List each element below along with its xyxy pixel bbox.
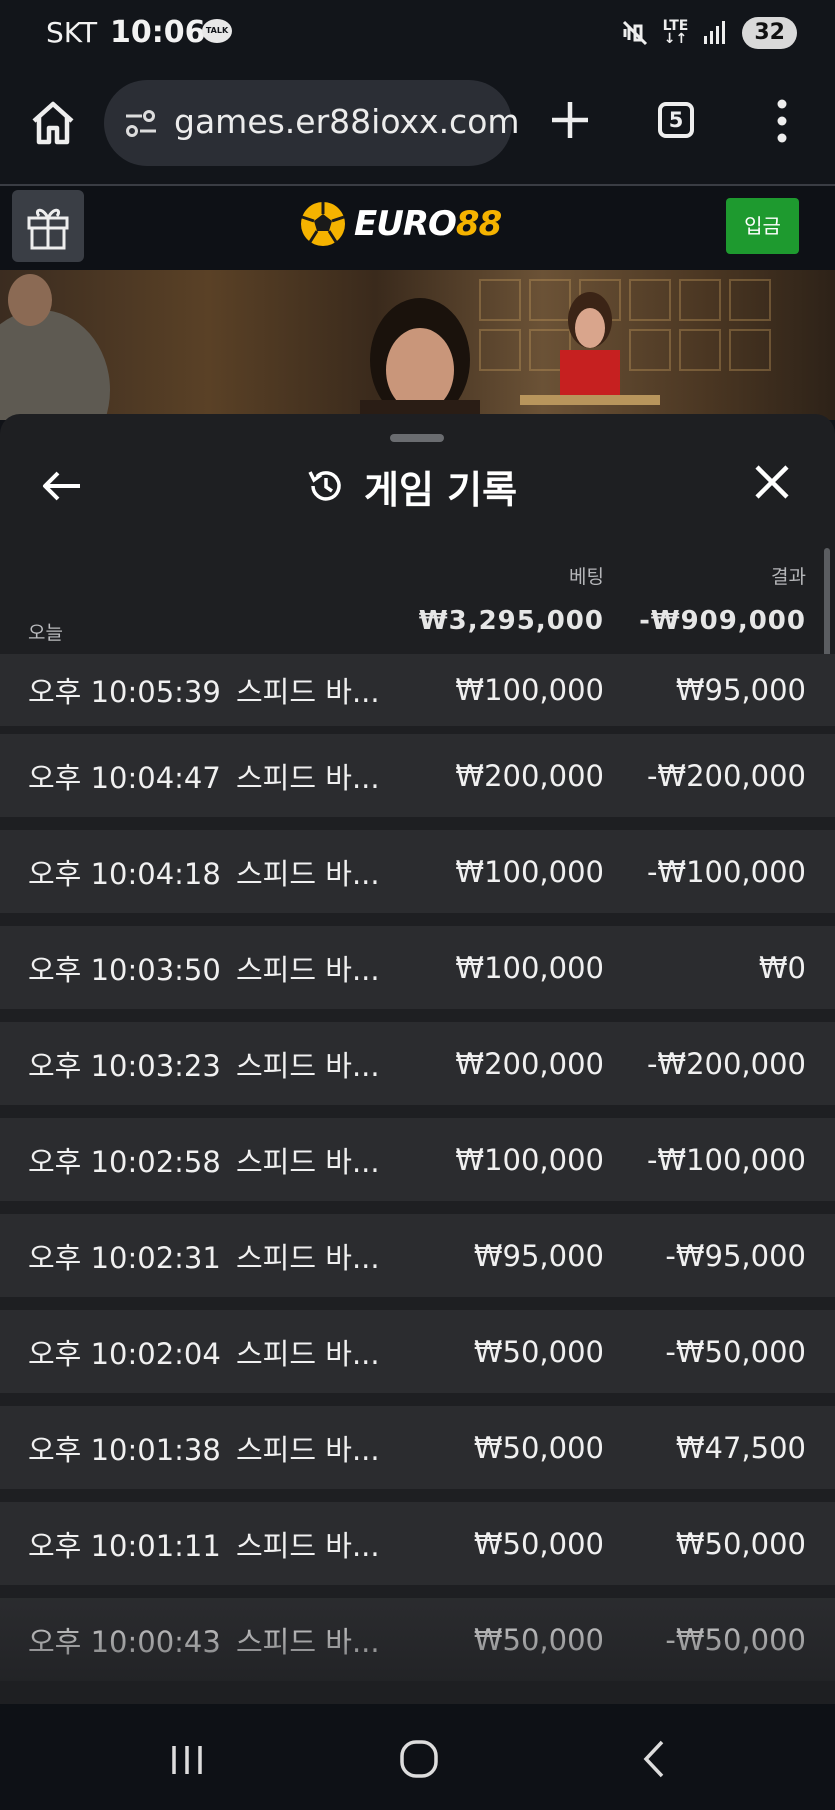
network-type: LTE ↓↑ [662, 18, 689, 47]
row-time: 오후 10:05:39 [28, 675, 221, 709]
row-time: 오후 10:03:23 [28, 1048, 221, 1083]
row-result: -₩50,000 [665, 1334, 806, 1369]
site-settings-icon[interactable] [122, 104, 160, 142]
row-game: 스피드 바... [236, 1336, 380, 1371]
tab-count-button[interactable]: 5 [658, 102, 694, 138]
gift-icon [27, 208, 69, 250]
history-row[interactable]: 오후 10:03:23 스피드 바... ₩200,000 -₩200,000 [0, 1022, 835, 1105]
row-result: ₩95,000 [675, 673, 806, 707]
plus-icon[interactable] [548, 98, 592, 142]
history-row[interactable]: 오후 10:04:47 스피드 바... ₩200,000 -₩200,000 [0, 734, 835, 817]
soccer-ball-icon [301, 202, 345, 246]
battery-indicator: 32 [742, 17, 797, 49]
panel-title: 게임 기록 [306, 458, 517, 514]
row-game: 스피드 바... [236, 675, 380, 709]
history-row[interactable]: 오후 10:00:43 스피드 바... ₩50,000 -₩50,000 [0, 1598, 835, 1681]
history-row[interactable]: 오후 10:04:18 스피드 바... ₩100,000 -₩100,000 [0, 830, 835, 913]
row-result: -₩50,000 [665, 1622, 806, 1657]
home-icon[interactable] [26, 96, 80, 150]
row-time: 오후 10:00:43 [28, 1624, 221, 1659]
row-result: ₩50,000 [675, 1526, 806, 1561]
scrollbar[interactable] [824, 548, 830, 658]
row-result: ₩47,500 [675, 1430, 806, 1465]
browser-toolbar: games.er88ioxx.com 5 [0, 66, 835, 186]
dealer-video-image [0, 274, 771, 420]
kakaotalk-icon: TALK [202, 19, 232, 43]
close-icon[interactable] [752, 462, 792, 502]
row-result: -₩200,000 [646, 1046, 806, 1081]
recent-apps-icon[interactable] [162, 1734, 212, 1784]
row-bet: ₩200,000 [455, 758, 604, 793]
arrow-left-icon[interactable] [40, 464, 84, 508]
row-bet: ₩50,000 [473, 1430, 604, 1465]
row-time: 오후 10:01:38 [28, 1432, 221, 1467]
signal-icon [704, 21, 726, 44]
row-bet: ₩50,000 [473, 1334, 604, 1369]
carrier-name: SKT [46, 16, 98, 49]
row-time: 오후 10:04:18 [28, 856, 221, 891]
row-time: 오후 10:02:04 [28, 1336, 221, 1371]
history-row[interactable]: 오후 10:02:31 스피드 바... ₩95,000 -₩95,000 [0, 1214, 835, 1297]
row-result: ₩0 [758, 950, 806, 985]
row-time: 오후 10:03:50 [28, 952, 221, 987]
history-row[interactable]: 오후 10:02:58 스피드 바... ₩100,000 -₩100,000 [0, 1118, 835, 1201]
game-history-panel: 게임 기록 베팅 결과 오늘 ₩3,295,000 -₩909,000 오후 1… [0, 414, 835, 1704]
logo-text: EURO [354, 204, 457, 244]
total-bet: ₩3,295,000 [418, 606, 604, 636]
row-bet: ₩95,000 [473, 1238, 604, 1273]
bet-column-header: 베팅 [569, 566, 604, 588]
history-icon [308, 471, 341, 501]
row-time: 오후 10:01:11 [28, 1528, 221, 1563]
url-text[interactable]: games.er88ioxx.com [174, 102, 520, 141]
drag-handle[interactable] [390, 434, 444, 442]
row-time: 오후 10:04:47 [28, 760, 221, 795]
history-list[interactable]: 오후 10:05:39 스피드 바... ₩100,000 ₩95,000 오후 10… [0, 654, 835, 1704]
row-bet: ₩100,000 [455, 854, 604, 889]
row-time: 오후 10:02:58 [28, 1144, 221, 1179]
vibrate-mute-icon [622, 20, 647, 46]
row-game: 스피드 바... [236, 1144, 380, 1179]
deposit-button[interactable]: 입금 [726, 198, 799, 254]
row-bet: ₩100,000 [455, 673, 604, 707]
row-game: 스피드 바... [236, 1240, 380, 1275]
history-row[interactable]: 오후 10:05:39 스피드 바... ₩100,000 ₩95,000 [0, 654, 835, 726]
today-label: 오늘 [28, 622, 63, 644]
history-row[interactable]: 오후 10:03:50 스피드 바... ₩100,000 ₩0 [0, 926, 835, 1009]
row-bet: ₩50,000 [473, 1622, 604, 1657]
row-result: -₩200,000 [646, 758, 806, 793]
gift-button[interactable] [12, 190, 84, 262]
row-game: 스피드 바... [236, 760, 380, 795]
history-row[interactable]: 오후 10:01:38 스피드 바... ₩50,000 ₩47,500 [0, 1406, 835, 1489]
total-result: -₩909,000 [639, 606, 806, 636]
row-time: 오후 10:02:31 [28, 1240, 221, 1275]
row-game: 스피드 바... [236, 1432, 380, 1467]
row-bet: ₩100,000 [455, 950, 604, 985]
home-circle-icon[interactable] [394, 1734, 444, 1784]
row-bet: ₩50,000 [473, 1526, 604, 1561]
live-video-background [0, 270, 835, 420]
logo-number: 88 [455, 204, 502, 244]
clock: 10:06 [110, 15, 206, 50]
address-bar[interactable]: games.er88ioxx.com [104, 80, 520, 166]
row-result: -₩95,000 [665, 1238, 806, 1273]
status-bar: SKT 10:06 TALK LTE ↓↑ 32 [0, 0, 835, 66]
row-bet: ₩100,000 [455, 1142, 604, 1177]
row-result: -₩100,000 [646, 854, 806, 889]
row-game: 스피드 바... [236, 1528, 380, 1563]
row-game: 스피드 바... [236, 1624, 380, 1659]
history-row[interactable]: 오후 10:02:04 스피드 바... ₩50,000 -₩50,000 [0, 1310, 835, 1393]
row-bet: ₩200,000 [455, 1046, 604, 1081]
site-header: EURO88 입금 [0, 186, 835, 270]
chevron-left-icon[interactable] [630, 1734, 680, 1784]
result-column-header: 결과 [771, 566, 806, 588]
panel-title-text: 게임 기록 [364, 467, 518, 512]
row-game: 스피드 바... [236, 952, 380, 987]
row-game: 스피드 바... [236, 856, 380, 891]
more-vert-icon[interactable] [770, 96, 794, 146]
row-game: 스피드 바... [236, 1048, 380, 1083]
site-logo[interactable]: EURO88 [298, 196, 502, 252]
row-result: -₩100,000 [646, 1142, 806, 1177]
system-navigation-bar [0, 1704, 835, 1810]
history-row[interactable]: 오후 10:01:11 스피드 바... ₩50,000 ₩50,000 [0, 1502, 835, 1585]
